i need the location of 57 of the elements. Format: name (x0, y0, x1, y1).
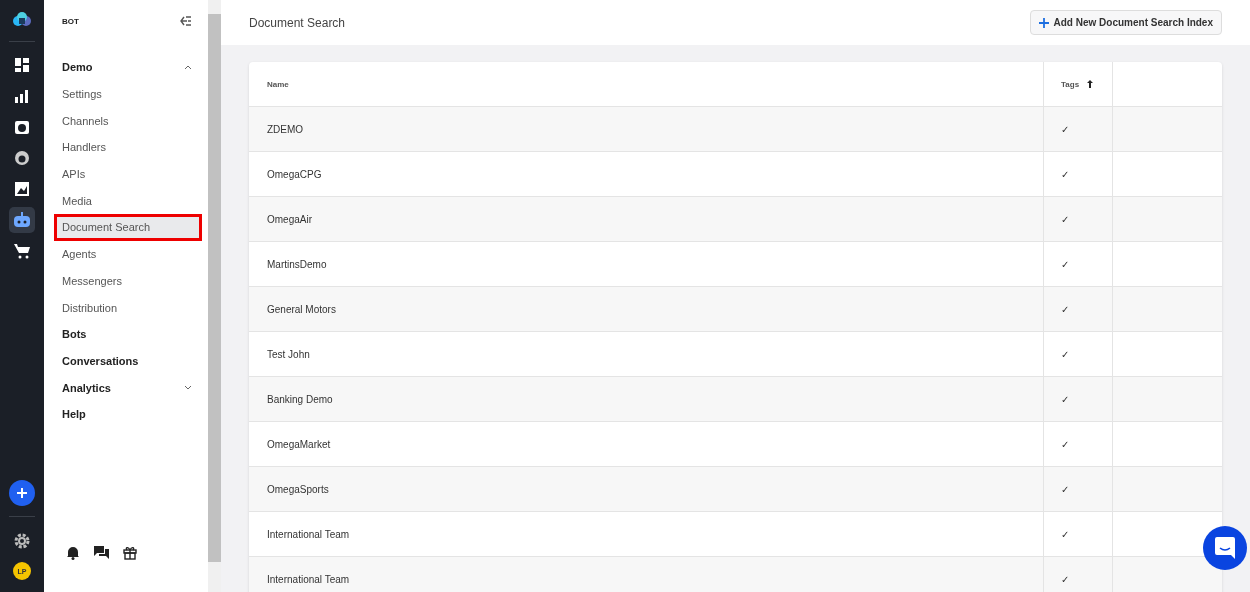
table-cell: OmegaSports (267, 483, 329, 495)
table-cell: ✓ (1061, 303, 1069, 315)
table-cell: ✓ (1061, 573, 1069, 585)
table-cell: OmegaMarket (267, 438, 331, 450)
sidebar-section[interactable]: Bots (62, 320, 192, 348)
scrollbar[interactable] (208, 0, 221, 592)
column-header[interactable]: Name (249, 62, 1044, 106)
sidebar-section[interactable]: Conversations (62, 347, 192, 375)
sidebar-item[interactable]: APIs (54, 160, 192, 188)
rail-item[interactable] (9, 207, 35, 233)
table-cell: ZDEMO (267, 123, 304, 135)
table-cell: International Team (267, 528, 350, 540)
table-cell: MartinsDemo (267, 258, 327, 270)
sidebar-title: BOT (62, 16, 79, 26)
table-cell: ✓ (1061, 348, 1069, 360)
sidebar-section[interactable]: Analytics (62, 374, 192, 401)
bar-chart-icon (14, 88, 30, 104)
table-cell: OmegaCPG (267, 168, 322, 180)
cart-icon (14, 243, 30, 259)
sidebar-section[interactable]: Help (62, 400, 192, 428)
sidebar-item[interactable]: Channels (54, 107, 192, 135)
table-cell: ✓ (1061, 483, 1069, 495)
sidebar-item[interactable]: Document Search (54, 214, 202, 241)
chat-bubble-icon (1215, 537, 1235, 559)
table-cell: Test John (267, 348, 310, 360)
settings-icon[interactable] (13, 532, 31, 550)
sidebar-item[interactable]: Media (54, 187, 192, 215)
gift-icon[interactable] (123, 545, 137, 560)
bell-icon[interactable] (66, 545, 80, 560)
sidebar-item[interactable]: Messengers (54, 267, 192, 295)
table-cell: ✓ (1061, 213, 1069, 225)
column-header[interactable]: Tags (1044, 62, 1113, 106)
table-cell: OmegaAir (267, 213, 312, 225)
table-cell: ✓ (1061, 393, 1069, 405)
table-cell: ✓ (1061, 168, 1069, 180)
chat-icon[interactable] (94, 545, 109, 560)
table-cell: ✓ (1061, 123, 1069, 135)
table-cell: General Motors (267, 303, 336, 315)
sidebar-item[interactable]: Handlers (54, 134, 192, 161)
dashboard-icon (14, 57, 30, 73)
robot-icon (13, 212, 31, 228)
table-cell: ✓ (1061, 258, 1069, 270)
table-cell: International Team (267, 573, 350, 585)
table-cell: ✓ (1061, 438, 1069, 450)
plus-icon (16, 487, 28, 499)
sidebar-item[interactable]: Settings (54, 80, 192, 108)
page-title: Document Search (249, 15, 346, 30)
plus-icon (1038, 17, 1049, 28)
add-index-button[interactable]: Add New Document Search Index (1029, 10, 1222, 35)
sidebar-section[interactable]: Demo (62, 54, 192, 81)
collapse-icon[interactable] (180, 16, 192, 26)
table-cell: Banking Demo (267, 393, 333, 405)
table-cell: ✓ (1061, 528, 1069, 540)
sidebar-item[interactable]: Agents (54, 240, 192, 268)
image-icon (14, 181, 30, 197)
sidebar-item[interactable]: Distribution (54, 294, 192, 321)
add-button[interactable] (9, 480, 35, 506)
